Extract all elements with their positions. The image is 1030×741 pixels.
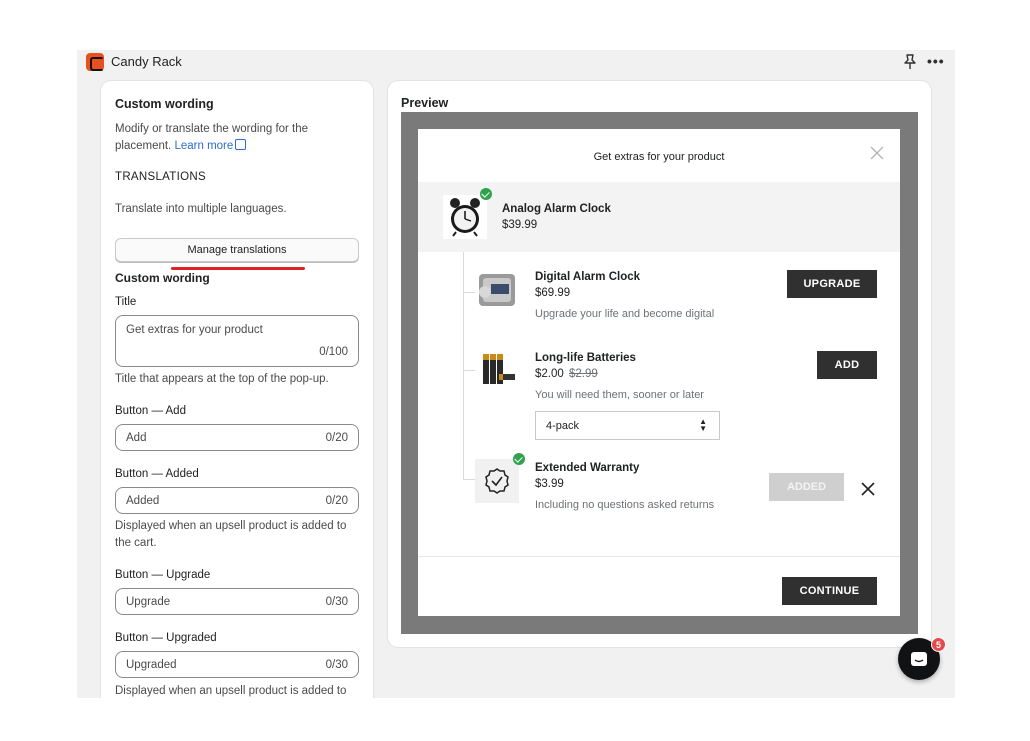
- translations-heading: TRANSLATIONS: [115, 171, 206, 183]
- preview-card: Preview Get extras for your product Anal…: [388, 81, 931, 647]
- manage-translations-button[interactable]: Manage translations: [115, 238, 359, 262]
- chat-icon: [911, 652, 927, 666]
- learn-more-label[interactable]: Learn more: [174, 140, 233, 152]
- analog-clock-icon: [450, 198, 480, 237]
- select-arrows-icon: ▲ ▼: [699, 417, 707, 433]
- warranty-image: [475, 459, 519, 503]
- app-title: Candy Rack: [111, 54, 182, 69]
- upgrade-field-counter: 0/30: [325, 596, 348, 608]
- candy-rack-logo-icon: [86, 53, 104, 71]
- offer-name: Long-life Batteries: [535, 352, 636, 364]
- digital-clock-image: [475, 268, 519, 312]
- offer-name: Digital Alarm Clock: [535, 271, 641, 283]
- main-product-price: $39.99: [502, 219, 538, 231]
- section-description: Modify or translate the wording for the …: [115, 121, 365, 155]
- variant-select-value: 4-pack: [546, 420, 580, 432]
- add-field-counter: 0/20: [325, 432, 348, 444]
- offer-tree-branch: [463, 479, 475, 480]
- add-field-value: Add: [126, 432, 147, 444]
- translations-text: Translate into multiple languages.: [115, 203, 287, 215]
- added-field-value: Added: [126, 495, 160, 507]
- add-field-label: Button — Add: [115, 405, 186, 417]
- offer-name: Extended Warranty: [535, 462, 640, 474]
- selected-check-icon: [480, 188, 492, 200]
- title-field[interactable]: Get extras for your product 0/100: [115, 315, 359, 367]
- upgraded-field-help: Displayed when an upsell product is adde…: [115, 685, 347, 697]
- upgraded-field-counter: 0/30: [325, 659, 348, 671]
- remove-icon[interactable]: [861, 482, 875, 496]
- alarm-clock-image: [443, 195, 487, 239]
- add-button[interactable]: ADD: [817, 351, 877, 379]
- added-field-counter: 0/20: [325, 495, 348, 507]
- upsell-modal: Get extras for your product Analog Alarm…: [418, 129, 900, 616]
- added-field-help: Displayed when an upsell product is adde…: [115, 520, 347, 549]
- title-field-label: Title: [115, 296, 137, 308]
- modal-title: Get extras for your product: [593, 151, 725, 163]
- custom-wording-subheading: Custom wording: [115, 271, 210, 285]
- offer-description: Including no questions asked returns: [535, 499, 715, 511]
- add-button-field[interactable]: Add 0/20: [115, 424, 359, 451]
- external-link-icon: [235, 139, 247, 150]
- learn-more-link[interactable]: Learn more: [174, 139, 247, 152]
- preview-heading: Preview: [401, 96, 449, 110]
- offer-description: You will need them, sooner or later: [535, 389, 704, 401]
- offer-tree-branch: [463, 292, 475, 293]
- title-field-counter: 0/100: [319, 346, 348, 358]
- offer-current-price: $2.00: [535, 368, 564, 380]
- modal-divider: [418, 556, 900, 557]
- batteries-icon: [483, 354, 515, 384]
- pin-icon[interactable]: [903, 53, 917, 71]
- main-product-name: Analog Alarm Clock: [502, 203, 611, 215]
- offer-tree-branch: [463, 370, 475, 371]
- offer-original-price: $2.99: [568, 368, 598, 380]
- batteries-image: [475, 348, 519, 392]
- upgrade-button-field[interactable]: Upgrade 0/30: [115, 588, 359, 615]
- highlight-underline: [171, 267, 305, 270]
- continue-button[interactable]: CONTINUE: [782, 577, 877, 605]
- added-button-field[interactable]: Added 0/20: [115, 487, 359, 514]
- variant-select[interactable]: 4-pack ▲ ▼: [535, 411, 720, 440]
- added-field-label: Button — Added: [115, 468, 199, 480]
- custom-wording-card: Custom wording Modify or translate the w…: [101, 81, 373, 698]
- title-field-help: Title that appears at the top of the pop…: [115, 373, 329, 385]
- more-options-icon[interactable]: •••: [927, 53, 945, 69]
- added-button[interactable]: ADDED: [769, 473, 844, 501]
- chat-launcher-button[interactable]: 5: [898, 637, 946, 680]
- app-window: Candy Rack ••• Custom wording Modify or …: [77, 50, 955, 698]
- upgrade-button[interactable]: UPGRADE: [787, 270, 877, 298]
- offer-price: $3.99: [535, 478, 564, 490]
- upgrade-field-value: Upgrade: [126, 596, 171, 608]
- close-icon[interactable]: [870, 146, 884, 160]
- added-check-icon: [513, 453, 525, 465]
- digital-clock-icon: [479, 274, 515, 306]
- offer-price: $2.00 $2.99: [535, 368, 598, 380]
- warranty-badge-icon: [485, 468, 509, 494]
- title-field-value: Get extras for your product: [126, 324, 263, 336]
- offer-price: $69.99: [535, 287, 571, 299]
- app-titlebar: Candy Rack •••: [77, 50, 955, 74]
- upgraded-field-label: Button — Upgraded: [115, 632, 217, 644]
- preview-overlay: Get extras for your product Analog Alarm…: [401, 112, 918, 634]
- upgraded-button-field[interactable]: Upgraded 0/30: [115, 651, 359, 678]
- offer-description: Upgrade your life and become digital: [535, 308, 715, 320]
- offer-tree-line: [463, 252, 464, 480]
- section-heading: Custom wording: [115, 97, 214, 111]
- upgraded-field-value: Upgraded: [126, 659, 177, 671]
- main-product-row: Analog Alarm Clock $39.99: [418, 182, 900, 252]
- upgrade-field-label: Button — Upgrade: [115, 569, 211, 581]
- chat-unread-badge: 5: [931, 637, 946, 652]
